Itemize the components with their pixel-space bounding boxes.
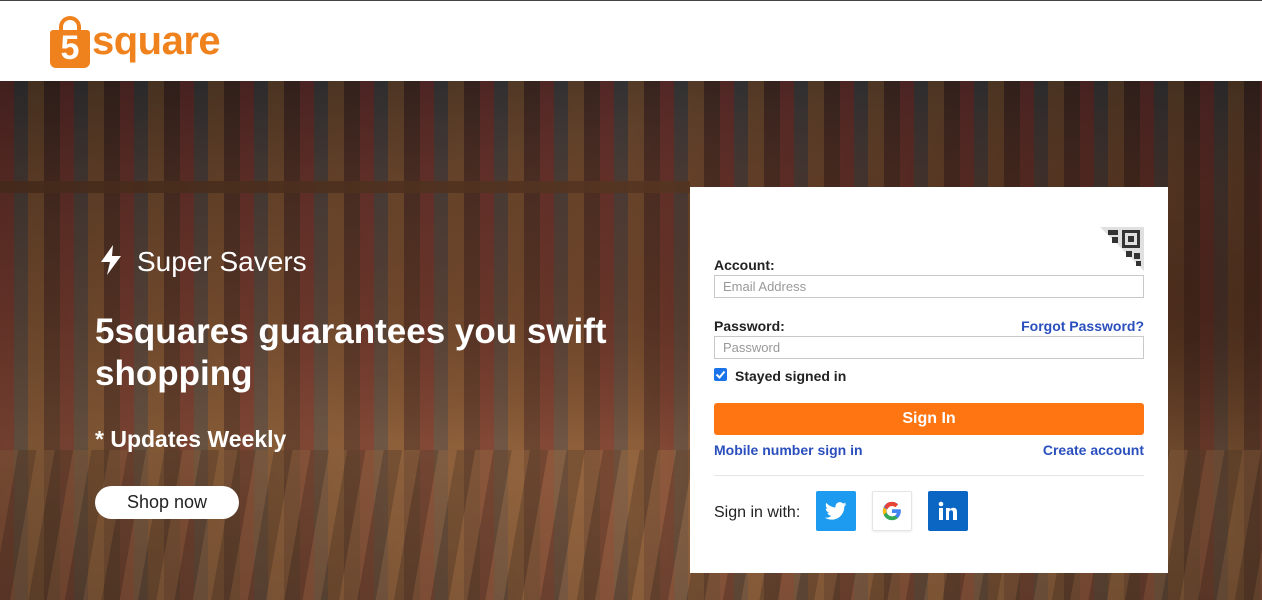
updates-weekly-text: * Updates Weekly [95, 426, 287, 452]
linkedin-icon [938, 501, 957, 520]
sign-in-button[interactable]: Sign In [714, 403, 1144, 435]
google-icon [882, 501, 901, 521]
password-label: Password: [714, 318, 785, 334]
site-logo[interactable]: 5 square [50, 13, 221, 69]
twitter-sign-in-button[interactable] [816, 491, 856, 531]
stayed-signed-in-label[interactable]: Stayed signed in [735, 368, 846, 384]
site-header: 5 square [0, 1, 1262, 81]
shop-now-button[interactable]: Shop now [95, 486, 239, 519]
logo-number: 5 [60, 29, 80, 67]
password-field[interactable] [714, 336, 1144, 359]
create-account-link[interactable]: Create account [1043, 442, 1144, 458]
linkedin-sign-in-button[interactable] [928, 491, 968, 531]
checkmark-icon [715, 370, 726, 379]
sign-in-with-label: Sign in with: [714, 504, 801, 521]
mobile-sign-in-link[interactable]: Mobile number sign in [714, 442, 863, 458]
email-field[interactable] [714, 275, 1144, 298]
forgot-password-link[interactable]: Forgot Password? [1021, 318, 1144, 334]
divider [714, 475, 1144, 476]
hero-headline: 5squares guarantees you swift shopping [95, 312, 607, 393]
twitter-icon [825, 502, 847, 520]
google-sign-in-button[interactable] [872, 491, 912, 531]
lightning-bolt-icon [101, 245, 121, 275]
shopping-bag-logo-icon: 5 [50, 16, 90, 68]
account-label: Account: [714, 257, 775, 273]
logo-wordmark: square [92, 19, 221, 63]
qr-code-icon[interactable] [1100, 227, 1144, 271]
stayed-signed-in-checkbox[interactable] [714, 368, 727, 381]
super-savers-title: Super Savers [137, 246, 307, 277]
login-panel: Account: Password: Forgot Password? Stay… [690, 187, 1168, 573]
